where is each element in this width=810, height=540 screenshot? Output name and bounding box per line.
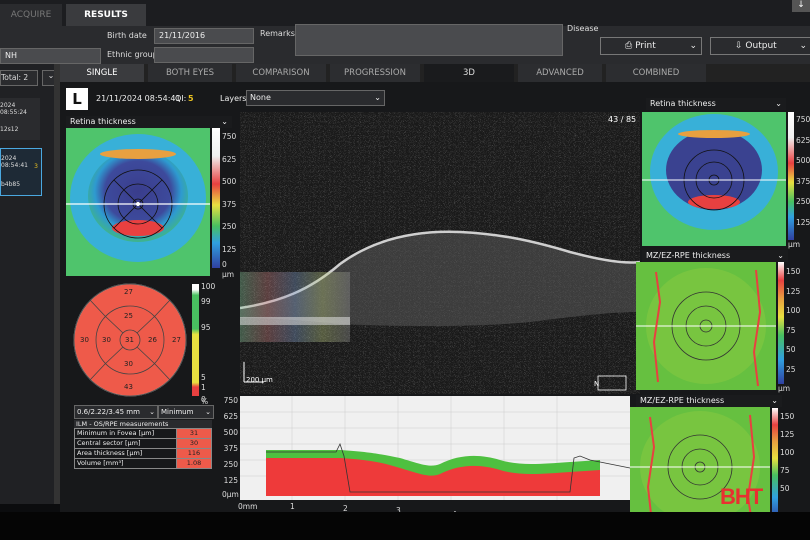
tab-results[interactable]: RESULTS bbox=[66, 4, 146, 26]
output-label: Output bbox=[745, 41, 777, 51]
right-retina-thickness-map[interactable] bbox=[642, 112, 786, 246]
patient-name-field[interactable]: NH bbox=[0, 48, 101, 64]
remarks-label: Remarks bbox=[260, 29, 295, 38]
right-map-1-unit: µm bbox=[788, 240, 801, 249]
eye-indicator: L bbox=[66, 88, 88, 110]
exam-datetime: 21/11/2024 08:54:41 bbox=[96, 94, 181, 103]
right-map-2-header[interactable]: MZ/EZ-RPE thickness ⌄ bbox=[642, 250, 788, 262]
left-map-colorbar bbox=[212, 128, 220, 268]
etdrs-bottom-inner: 30 bbox=[124, 360, 133, 368]
tab-advanced[interactable]: ADVANCED bbox=[518, 64, 602, 82]
etdrs-bottom-outer: 43 bbox=[124, 383, 133, 391]
chevron-down-icon: ⌄ bbox=[149, 408, 155, 416]
profile-y-zero: 0µm bbox=[222, 490, 239, 499]
chevron-down-icon: ⌄ bbox=[771, 396, 778, 405]
list-item[interactable]: 2024 08:55:24 12s12 bbox=[0, 98, 40, 140]
table-row: Volume [mm³] 1.08 bbox=[74, 458, 212, 469]
grid-mode-select[interactable]: Minimum ⌄ bbox=[158, 405, 214, 419]
disease-label: Disease bbox=[567, 24, 599, 33]
chevron-down-icon: ⌄ bbox=[775, 99, 782, 108]
right-map-3-colorbar bbox=[772, 408, 778, 520]
right-map-1-colorbar bbox=[788, 112, 794, 240]
chevron-down-icon[interactable]: ⌄ bbox=[689, 38, 697, 54]
ethnic-group-field[interactable] bbox=[154, 47, 254, 63]
table-row: Area thickness [µm] 116 bbox=[74, 448, 212, 459]
right-map-3-header[interactable]: MZ/EZ-RPE thickness ⌄ bbox=[636, 395, 782, 407]
etdrs-right-outer: 27 bbox=[172, 336, 181, 344]
chevron-down-icon[interactable]: ⌄ bbox=[799, 38, 807, 54]
watermark-logo: BHT bbox=[720, 484, 763, 509]
oct-bscan-image[interactable] bbox=[240, 112, 640, 394]
right-map-2-unit: µm bbox=[778, 384, 791, 393]
tab-progression[interactable]: PROGRESSION bbox=[330, 64, 420, 82]
layers-select[interactable]: None ⌄ bbox=[246, 90, 385, 106]
chevron-down-icon: ⌄ bbox=[777, 251, 784, 260]
birth-date-label: Birth date bbox=[107, 31, 147, 40]
right-map-2-scale: 150 125 100 75 50 25 bbox=[786, 267, 801, 374]
etdrs-left-outer: 30 bbox=[80, 336, 89, 344]
measurements-table: Minimum in Fovea [µm] 31 Central sector [… bbox=[74, 428, 212, 469]
ethnic-group-label: Ethnic group bbox=[107, 50, 158, 59]
output-button[interactable]: ⇩ Output ⌄ bbox=[710, 37, 810, 55]
qi-value: 5 bbox=[188, 94, 194, 103]
print-label: Print bbox=[635, 41, 656, 51]
output-icon: ⇩ bbox=[735, 41, 743, 51]
etdrs-left-inner: 30 bbox=[102, 336, 111, 344]
tab-3d[interactable]: 3D bbox=[424, 64, 514, 82]
thickness-profile-plot[interactable] bbox=[240, 396, 630, 500]
remarks-field[interactable] bbox=[295, 24, 563, 56]
chevron-down-icon: ⌄ bbox=[374, 93, 381, 102]
qi-label: QI: bbox=[175, 94, 187, 103]
retina-thickness-map[interactable] bbox=[66, 128, 210, 276]
right-map-1-header[interactable]: Retina thickness ⌄ bbox=[646, 98, 786, 110]
tab-combined[interactable]: COMBINED bbox=[606, 64, 706, 82]
scale-bar-label: 200 µm bbox=[246, 376, 273, 384]
right-map-1-scale: 750 625 500 375 250 125 bbox=[796, 115, 810, 227]
list-item-selected[interactable]: 2024 08:54:41 3 b4b85 bbox=[0, 148, 42, 196]
etdrs-scale-top: 100 99 95 5 1 0 bbox=[201, 282, 216, 404]
total-select[interactable]: Total: 2 bbox=[0, 70, 38, 86]
table-row: Minimum in Fovea [µm] 31 bbox=[74, 428, 212, 439]
right-map-2-colorbar bbox=[778, 262, 784, 384]
tab-comparison[interactable]: COMPARISON bbox=[236, 64, 326, 82]
etdrs-top-inner: 25 bbox=[124, 312, 133, 320]
etdrs-colorbar bbox=[192, 284, 199, 396]
mz-ez-rpe-thickness-map-1[interactable] bbox=[636, 262, 776, 390]
left-map-header[interactable]: Retina thickness ⌄ bbox=[66, 116, 232, 128]
download-icon[interactable]: ↓ bbox=[792, 0, 810, 12]
tab-both-eyes[interactable]: BOTH EYES bbox=[148, 64, 232, 82]
left-map-unit: µm bbox=[222, 270, 235, 279]
grid-size-select[interactable]: 0.6/2.22/3.45 mm ⌄ bbox=[74, 405, 158, 419]
tab-acquire[interactable]: ACQUIRE bbox=[0, 4, 62, 26]
etdrs-center: 31 bbox=[125, 336, 134, 344]
tab-single[interactable]: SINGLE bbox=[60, 64, 144, 82]
layers-label: Layers bbox=[220, 94, 247, 103]
x-tick: 0mm bbox=[238, 502, 258, 511]
profile-y-axis: 750 625 500 375 250 125 bbox=[223, 396, 238, 485]
left-map-zero: 0 bbox=[222, 260, 227, 269]
printer-icon: ⎙ bbox=[625, 41, 633, 51]
measurements-panel: ILM - OS/RPE measurements Minimum in Fov… bbox=[74, 420, 212, 469]
print-button[interactable]: ⎙ Print ⌄ bbox=[600, 37, 702, 55]
scan-counter: 43 / 85 bbox=[608, 115, 637, 124]
monitor-bezel bbox=[0, 512, 810, 540]
etdrs-right-inner: 26 bbox=[148, 336, 157, 344]
left-map-scale: 750 625 500 375 250 125 bbox=[222, 132, 237, 254]
chevron-down-icon: ⌄ bbox=[205, 408, 211, 416]
orientation-icon: N bbox=[594, 380, 600, 388]
view-tabs: SINGLE BOTH EYES COMPARISON PROGRESSION … bbox=[60, 64, 810, 82]
measurements-title: ILM - OS/RPE measurements bbox=[74, 420, 212, 428]
x-tick: 1 bbox=[290, 502, 295, 511]
table-row: Central sector [µm] 30 bbox=[74, 438, 212, 449]
right-map-3-scale: 150 125 100 75 50 bbox=[780, 412, 795, 493]
birth-date-field[interactable]: 21/11/2016 bbox=[154, 28, 254, 44]
etdrs-top-outer: 27 bbox=[124, 288, 133, 296]
